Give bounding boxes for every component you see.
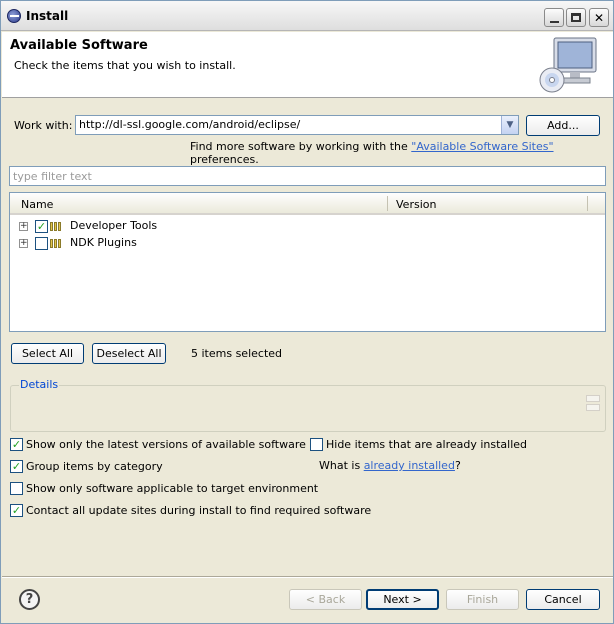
tree-row-ndk-plugins[interactable]: + NDK Plugins	[10, 234, 605, 251]
row-label: NDK Plugins	[70, 236, 137, 249]
work-with-combo[interactable]: http://dl-ssl.google.com/android/eclipse…	[75, 115, 519, 135]
find-more-text: Find more software by working with the "…	[190, 140, 613, 166]
latest-versions-label: Show only the latest versions of availab…	[26, 438, 306, 451]
install-computer-icon	[539, 37, 597, 93]
row-checkbox[interactable]	[35, 237, 48, 250]
latest-versions-checkbox[interactable]: ✓	[10, 438, 23, 451]
maximize-icon	[571, 13, 581, 22]
column-name[interactable]: Name	[21, 198, 53, 211]
deselect-all-button[interactable]: Deselect All	[92, 343, 166, 364]
details-group	[10, 385, 606, 432]
minimize-button[interactable]	[544, 8, 564, 27]
close-button[interactable]: ✕	[589, 8, 609, 27]
available-software-sites-link[interactable]: "Available Software Sites"	[411, 140, 553, 153]
contact-sites-checkbox[interactable]: ✓	[10, 504, 23, 517]
details-scrollbar[interactable]	[586, 395, 602, 413]
column-separator[interactable]	[587, 196, 588, 211]
target-env-label: Show only software applicable to target …	[26, 482, 319, 495]
work-with-label: Work with:	[14, 119, 72, 132]
cancel-button[interactable]: Cancel	[526, 589, 600, 610]
what-is-text: What is already installed?	[319, 459, 461, 472]
hide-installed-label: Hide items that are already installed	[326, 438, 528, 451]
find-more-prefix: Find more software by working with the	[190, 140, 412, 153]
row-checkbox[interactable]: ✓	[35, 220, 48, 233]
close-icon: ✕	[593, 10, 605, 25]
details-legend: Details	[19, 378, 60, 391]
eclipse-icon	[7, 9, 21, 23]
group-by-category-checkbox[interactable]: ✓	[10, 460, 23, 473]
category-icon	[50, 238, 64, 248]
selected-count: 5 items selected	[191, 347, 283, 360]
column-separator[interactable]	[387, 196, 388, 211]
hide-installed-checkbox[interactable]	[310, 438, 323, 451]
category-icon	[50, 221, 64, 231]
maximize-button[interactable]	[566, 8, 586, 27]
chevron-down-icon[interactable]: ▼	[501, 116, 518, 134]
tree-header: Name Version	[10, 193, 605, 215]
minimize-icon	[549, 20, 559, 23]
next-button[interactable]: Next >	[366, 589, 439, 610]
filter-input[interactable]: type filter text	[9, 166, 606, 186]
install-dialog: Install ✕ Available Software Check the i…	[0, 0, 614, 624]
expand-icon[interactable]: +	[19, 222, 28, 231]
already-installed-link[interactable]: already installed	[364, 459, 455, 472]
tree-row-developer-tools[interactable]: + ✓ Developer Tools	[10, 217, 605, 234]
target-env-checkbox[interactable]	[10, 482, 23, 495]
software-tree[interactable]: Name Version + ✓ Developer Tools + NDK P…	[9, 192, 606, 332]
wizard-banner: Available Software Check the items that …	[2, 32, 613, 98]
what-is-prefix: What is	[319, 459, 364, 472]
find-more-suffix: preferences.	[190, 153, 259, 166]
select-all-button[interactable]: Select All	[11, 343, 84, 364]
back-button[interactable]: < Back	[289, 589, 362, 610]
work-with-value: http://dl-ssl.google.com/android/eclipse…	[79, 118, 301, 131]
page-title: Available Software	[10, 38, 148, 53]
group-by-category-label: Group items by category	[26, 460, 163, 473]
finish-button[interactable]: Finish	[446, 589, 519, 610]
what-is-suffix: ?	[454, 459, 461, 472]
column-version[interactable]: Version	[396, 198, 436, 211]
expand-icon[interactable]: +	[19, 239, 28, 248]
add-button[interactable]: Add...	[526, 115, 600, 136]
title-bar[interactable]: Install ✕	[1, 1, 613, 31]
work-with-label-text: Work with:	[14, 119, 73, 132]
page-description: Check the items that you wish to install…	[14, 59, 236, 72]
footer-separator	[2, 576, 613, 578]
window-title: Install	[26, 9, 69, 23]
contact-sites-label: Contact all update sites during install …	[26, 504, 372, 517]
row-label: Developer Tools	[70, 219, 158, 232]
help-icon[interactable]: ?	[19, 589, 40, 610]
